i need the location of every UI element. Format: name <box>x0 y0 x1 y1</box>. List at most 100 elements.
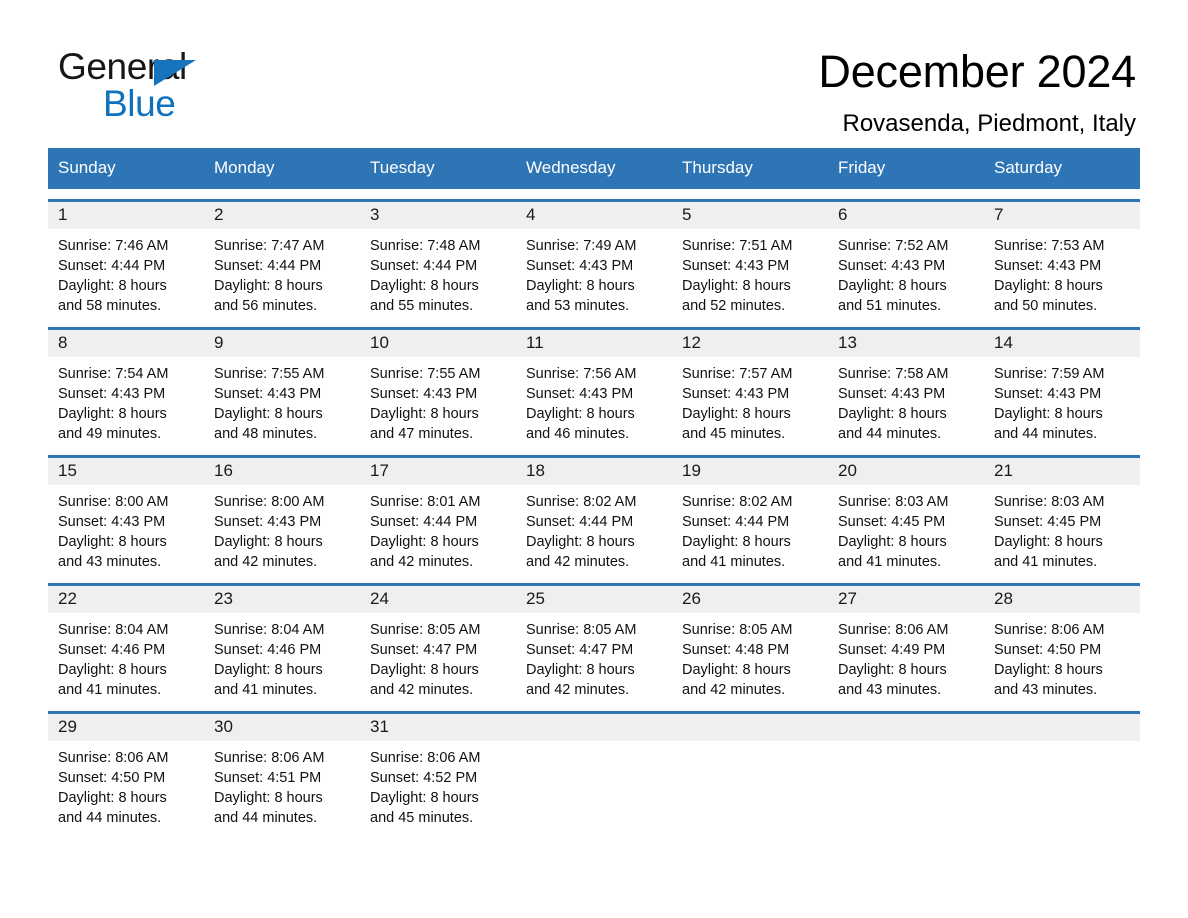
day-cell[interactable]: 17 Sunrise: 8:01 AM Sunset: 4:44 PM Dayli… <box>360 457 516 573</box>
day-cell[interactable]: 21 Sunrise: 8:03 AM Sunset: 4:45 PM Dayli… <box>984 457 1140 573</box>
day-number: 8 <box>58 332 68 352</box>
day-cell[interactable]: 4 Sunrise: 7:49 AM Sunset: 4:43 PM Daylig… <box>516 201 672 317</box>
day-number-band: 27 <box>828 585 984 613</box>
day-cell[interactable]: 3 Sunrise: 7:48 AM Sunset: 4:44 PM Daylig… <box>360 201 516 317</box>
day-cell[interactable]: 19 Sunrise: 8:02 AM Sunset: 4:44 PM Dayli… <box>672 457 828 573</box>
day-number-band: 6 <box>828 201 984 229</box>
day-cell[interactable]: 13 Sunrise: 7:58 AM Sunset: 4:43 PM Dayli… <box>828 329 984 445</box>
day-cell[interactable]: 6 Sunrise: 7:52 AM Sunset: 4:43 PM Daylig… <box>828 201 984 317</box>
day-details: Sunrise: 8:03 AM Sunset: 4:45 PM Dayligh… <box>994 493 1105 570</box>
day-cell[interactable]: 30 Sunrise: 8:06 AM Sunset: 4:51 PM Dayli… <box>204 713 360 829</box>
day-details: Sunrise: 8:00 AM Sunset: 4:43 PM Dayligh… <box>58 493 169 570</box>
weekday-header-friday: Friday <box>838 158 886 177</box>
weekday-header-row: Sunday Monday Tuesday Wednesday Thursday… <box>48 148 1140 189</box>
day-number-band <box>984 713 1140 741</box>
day-cell[interactable]: 11 Sunrise: 7:56 AM Sunset: 4:43 PM Dayli… <box>516 329 672 445</box>
day-cell[interactable]: 15 Sunrise: 8:00 AM Sunset: 4:43 PM Dayli… <box>48 457 204 573</box>
day-cell[interactable]: 18 Sunrise: 8:02 AM Sunset: 4:44 PM Dayli… <box>516 457 672 573</box>
day-cell[interactable]: 27 Sunrise: 8:06 AM Sunset: 4:49 PM Dayli… <box>828 585 984 701</box>
day-number-band: 7 <box>984 201 1140 229</box>
day-number-band: 1 <box>48 201 204 229</box>
day-cell[interactable]: 12 Sunrise: 7:57 AM Sunset: 4:43 PM Dayli… <box>672 329 828 445</box>
day-cell[interactable]: 1 Sunrise: 7:46 AM Sunset: 4:44 PM Daylig… <box>48 201 204 317</box>
day-details: Sunrise: 7:57 AM Sunset: 4:43 PM Dayligh… <box>682 365 793 442</box>
page-header: General Blue December 2024 Rovasenda, Pi… <box>0 0 1188 148</box>
day-number: 13 <box>838 332 857 352</box>
day-number-band: 25 <box>516 585 672 613</box>
day-details: Sunrise: 7:46 AM Sunset: 4:44 PM Dayligh… <box>58 237 169 314</box>
day-number-band: 16 <box>204 457 360 485</box>
day-cell[interactable]: 14 Sunrise: 7:59 AM Sunset: 4:43 PM Dayli… <box>984 329 1140 445</box>
weekday-header-wednesday: Wednesday <box>526 158 616 177</box>
day-cell[interactable]: 8 Sunrise: 7:54 AM Sunset: 4:43 PM Daylig… <box>48 329 204 445</box>
day-number: 17 <box>370 460 389 480</box>
day-cell[interactable]: 26 Sunrise: 8:05 AM Sunset: 4:48 PM Dayli… <box>672 585 828 701</box>
day-details: Sunrise: 8:00 AM Sunset: 4:43 PM Dayligh… <box>214 493 325 570</box>
day-number-band: 15 <box>48 457 204 485</box>
day-number-band: 10 <box>360 329 516 357</box>
day-number-band: 9 <box>204 329 360 357</box>
day-cell[interactable]: 20 Sunrise: 8:03 AM Sunset: 4:45 PM Dayli… <box>828 457 984 573</box>
day-cell[interactable]: 5 Sunrise: 7:51 AM Sunset: 4:43 PM Daylig… <box>672 201 828 317</box>
day-number-band: 4 <box>516 201 672 229</box>
day-number: 20 <box>838 460 857 480</box>
day-details: Sunrise: 7:55 AM Sunset: 4:43 PM Dayligh… <box>214 365 325 442</box>
day-number-band: 5 <box>672 201 828 229</box>
day-details: Sunrise: 7:47 AM Sunset: 4:44 PM Dayligh… <box>214 237 325 314</box>
day-details: Sunrise: 8:03 AM Sunset: 4:45 PM Dayligh… <box>838 493 949 570</box>
day-number-band: 19 <box>672 457 828 485</box>
day-cell[interactable]: 23 Sunrise: 8:04 AM Sunset: 4:46 PM Dayli… <box>204 585 360 701</box>
title-block: December 2024 Rovasenda, Piedmont, Italy <box>328 46 1136 138</box>
day-cell[interactable]: 28 Sunrise: 8:06 AM Sunset: 4:50 PM Dayli… <box>984 585 1140 701</box>
day-number: 21 <box>994 460 1013 480</box>
day-cell[interactable]: 10 Sunrise: 7:55 AM Sunset: 4:43 PM Dayli… <box>360 329 516 445</box>
day-cell[interactable]: 16 Sunrise: 8:00 AM Sunset: 4:43 PM Dayli… <box>204 457 360 573</box>
day-number: 1 <box>58 204 68 224</box>
day-number: 27 <box>838 588 857 608</box>
day-details <box>828 741 984 748</box>
weekday-header-thursday: Thursday <box>682 158 753 177</box>
day-cell[interactable]: 24 Sunrise: 8:05 AM Sunset: 4:47 PM Dayli… <box>360 585 516 701</box>
day-cell[interactable]: 2 Sunrise: 7:47 AM Sunset: 4:44 PM Daylig… <box>204 201 360 317</box>
day-number: 22 <box>58 588 77 608</box>
day-number: 28 <box>994 588 1013 608</box>
day-details: Sunrise: 8:05 AM Sunset: 4:47 PM Dayligh… <box>526 621 637 698</box>
day-number-band: 23 <box>204 585 360 613</box>
day-details: Sunrise: 7:56 AM Sunset: 4:43 PM Dayligh… <box>526 365 637 442</box>
day-number: 19 <box>682 460 701 480</box>
location-subtitle: Rovasenda, Piedmont, Italy <box>842 109 1137 137</box>
day-details: Sunrise: 8:04 AM Sunset: 4:46 PM Dayligh… <box>58 621 169 698</box>
day-details: Sunrise: 7:58 AM Sunset: 4:43 PM Dayligh… <box>838 365 949 442</box>
day-cell[interactable]: 29 Sunrise: 8:06 AM Sunset: 4:50 PM Dayli… <box>48 713 204 829</box>
day-number: 5 <box>682 204 692 224</box>
day-details: Sunrise: 7:54 AM Sunset: 4:43 PM Dayligh… <box>58 365 169 442</box>
day-number-band: 8 <box>48 329 204 357</box>
day-number: 7 <box>994 204 1004 224</box>
day-number-band: 26 <box>672 585 828 613</box>
day-cell[interactable]: 9 Sunrise: 7:55 AM Sunset: 4:43 PM Daylig… <box>204 329 360 445</box>
day-cell[interactable]: 31 Sunrise: 8:06 AM Sunset: 4:52 PM Dayli… <box>360 713 516 829</box>
calendar-page: General Blue December 2024 Rovasenda, Pi… <box>0 0 1188 918</box>
day-number-band: 14 <box>984 329 1140 357</box>
day-number-band: 11 <box>516 329 672 357</box>
day-cell-empty <box>984 713 1140 829</box>
day-number-band: 18 <box>516 457 672 485</box>
day-number-band <box>828 713 984 741</box>
day-number: 31 <box>370 716 389 736</box>
day-number-band: 12 <box>672 329 828 357</box>
day-details <box>672 741 828 748</box>
day-number: 30 <box>214 716 233 736</box>
day-number: 16 <box>214 460 233 480</box>
day-number: 23 <box>214 588 233 608</box>
day-number: 3 <box>370 204 380 224</box>
day-cell[interactable]: 22 Sunrise: 8:04 AM Sunset: 4:46 PM Dayli… <box>48 585 204 701</box>
day-cell[interactable]: 25 Sunrise: 8:05 AM Sunset: 4:47 PM Dayli… <box>516 585 672 701</box>
day-cell[interactable]: 7 Sunrise: 7:53 AM Sunset: 4:43 PM Daylig… <box>984 201 1140 317</box>
day-cell-empty <box>828 713 984 829</box>
weekday-header-monday: Monday <box>214 158 275 177</box>
day-number-band: 24 <box>360 585 516 613</box>
day-details: Sunrise: 8:06 AM Sunset: 4:49 PM Dayligh… <box>838 621 949 698</box>
day-number: 10 <box>370 332 389 352</box>
day-number-band: 13 <box>828 329 984 357</box>
day-details: Sunrise: 7:51 AM Sunset: 4:43 PM Dayligh… <box>682 237 793 314</box>
